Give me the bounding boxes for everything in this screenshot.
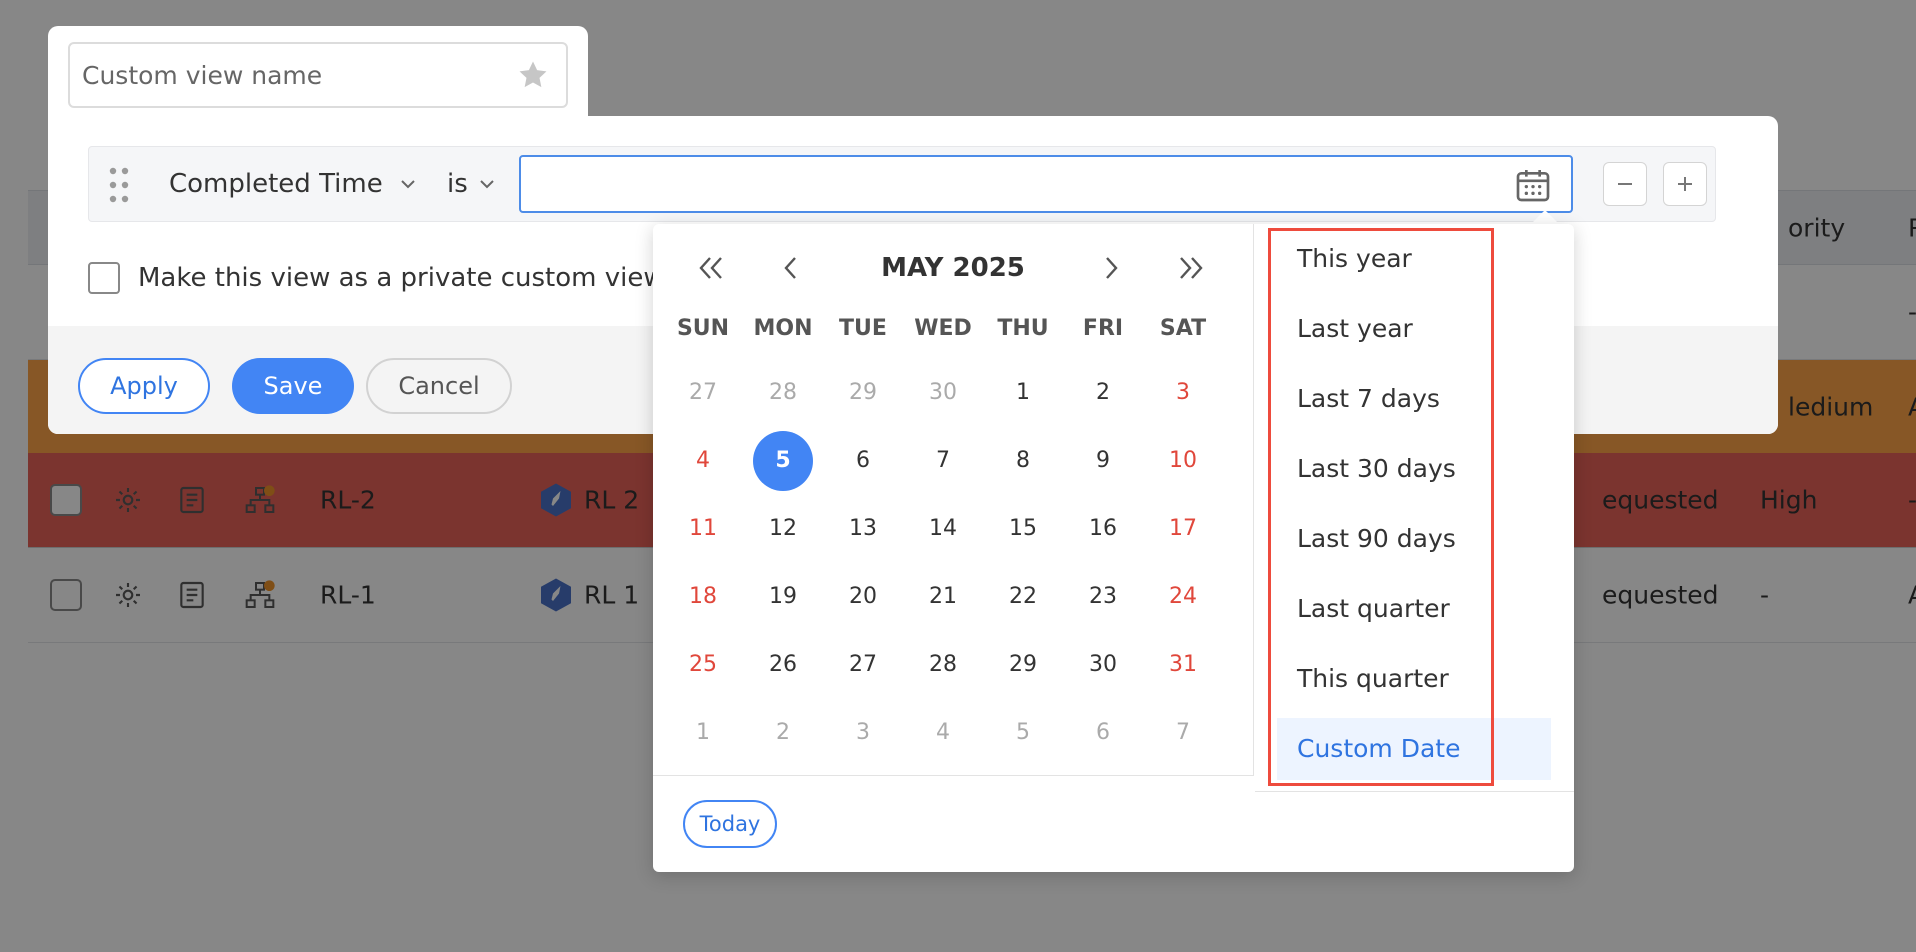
calendar-day[interactable]: 18 (663, 567, 743, 627)
operator-select[interactable]: is (447, 147, 496, 221)
calendar-day[interactable]: 13 (823, 499, 903, 559)
calendar-day[interactable]: 28 (743, 363, 823, 423)
picker-caret (1531, 210, 1559, 224)
date-preset-list: This year Last year Last 7 days Last 30 day… (1255, 224, 1574, 792)
field-select[interactable]: Completed Time (169, 147, 417, 221)
calendar-day[interactable]: 3 (1143, 363, 1223, 423)
save-button[interactable]: Save (232, 358, 354, 414)
calendar-day[interactable]: 10 (1143, 431, 1223, 491)
filter-condition-row: Completed Time is (88, 146, 1716, 222)
calendar-day[interactable]: 6 (1063, 703, 1143, 763)
weekday-label: SAT (1159, 316, 1207, 341)
chevron-left-icon (784, 257, 796, 279)
prev-year-button[interactable] (689, 246, 733, 290)
calendar-day[interactable]: 15 (983, 499, 1063, 559)
chevron-down-icon (480, 180, 494, 189)
calendar-day[interactable]: 1 (983, 363, 1063, 423)
add-condition-button[interactable] (1663, 162, 1707, 206)
double-chevron-left-icon (699, 257, 722, 279)
calendar-day[interactable]: 7 (1143, 703, 1223, 763)
calendar-day[interactable]: 1 (663, 703, 743, 763)
remove-condition-button[interactable] (1603, 162, 1647, 206)
minus-icon (1618, 183, 1632, 185)
calendar-day[interactable]: 8 (983, 431, 1063, 491)
calendar-icon[interactable] (1513, 165, 1553, 205)
calendar-day[interactable]: 4 (663, 431, 743, 491)
calendar-day[interactable]: 4 (903, 703, 983, 763)
date-preset-item[interactable]: Last 7 days (1255, 368, 1555, 430)
next-year-button[interactable] (1169, 246, 1213, 290)
calendar-day[interactable]: 17 (1143, 499, 1223, 559)
calendar-day[interactable]: 2 (743, 703, 823, 763)
calendar-day[interactable]: 25 (663, 635, 743, 695)
calendar-day[interactable]: 20 (823, 567, 903, 627)
field-select-label: Completed Time (169, 169, 383, 199)
calendar-day[interactable]: 21 (903, 567, 983, 627)
date-value-field[interactable] (519, 155, 1573, 213)
private-view-option[interactable]: Make this view as a private custom view (88, 262, 665, 294)
date-value-input[interactable] (531, 157, 1491, 211)
date-preset-item[interactable]: Custom Date (1277, 718, 1551, 780)
calendar-day[interactable]: 6 (823, 431, 903, 491)
calendar-day[interactable]: 16 (1063, 499, 1143, 559)
private-view-checkbox[interactable] (88, 262, 120, 294)
calendar-day[interactable]: 19 (743, 567, 823, 627)
prev-month-button[interactable] (769, 246, 813, 290)
double-chevron-right-icon (1180, 257, 1203, 279)
date-preset-item[interactable]: Last 90 days (1255, 508, 1555, 570)
calendar-day[interactable]: 2 (1063, 363, 1143, 423)
operator-select-label: is (447, 169, 468, 199)
apply-button[interactable]: Apply (78, 358, 210, 414)
today-button[interactable]: Today (683, 800, 777, 848)
calendar-day[interactable]: 12 (743, 499, 823, 559)
date-preset-item[interactable]: Last year (1255, 298, 1555, 360)
calendar-day[interactable]: 26 (743, 635, 823, 695)
plus-icon (1678, 177, 1692, 191)
calendar-day[interactable]: 30 (903, 363, 983, 423)
cancel-button[interactable]: Cancel (366, 358, 512, 414)
calendar-day[interactable]: 31 (1143, 635, 1223, 695)
weekday-label: WED (914, 316, 972, 341)
calendar-day[interactable]: 14 (903, 499, 983, 559)
calendar-day[interactable]: 28 (903, 635, 983, 695)
chevron-down-icon (400, 180, 415, 189)
date-preset-item[interactable]: Last 30 days (1255, 438, 1555, 500)
calendar-day[interactable]: 3 (823, 703, 903, 763)
calendar-day[interactable]: 29 (983, 635, 1063, 695)
star-icon[interactable] (516, 58, 550, 92)
private-view-label: Make this view as a private custom view (138, 263, 665, 293)
chevron-right-icon (1106, 257, 1118, 279)
weekday-label: FRI (1082, 316, 1124, 341)
next-month-button[interactable] (1089, 246, 1133, 290)
date-preset-item[interactable]: Last quarter (1255, 578, 1555, 640)
calendar-day[interactable]: 30 (1063, 635, 1143, 695)
calendar-month-title: MAY 2025 (881, 253, 1025, 283)
calendar-day[interactable]: 27 (663, 363, 743, 423)
calendar-day[interactable]: 22 (983, 567, 1063, 627)
calendar-day[interactable]: 29 (823, 363, 903, 423)
drag-handle-icon[interactable] (109, 167, 129, 203)
calendar-day[interactable]: 7 (903, 431, 983, 491)
weekday-label: MON (753, 316, 813, 341)
calendar-day[interactable]: 5 (983, 703, 1063, 763)
weekday-label: SUN (676, 316, 730, 341)
calendar-day[interactable]: 23 (1063, 567, 1143, 627)
calendar-day[interactable]: 24 (1143, 567, 1223, 627)
weekday-label: THU (997, 316, 1049, 341)
calendar: MAY 2025 SUN MON TUE WED THU FRI SAT 27 28 29 30 1… (653, 224, 1254, 776)
date-picker: MAY 2025 SUN MON TUE WED THU FRI SAT 27 28 29 30 1… (653, 224, 1574, 872)
weekday-label: TUE (839, 316, 887, 341)
calendar-day-selected[interactable]: 5 (753, 431, 813, 491)
calendar-day[interactable]: 27 (823, 635, 903, 695)
date-preset-item[interactable]: This quarter (1255, 648, 1555, 710)
date-preset-item[interactable]: This year (1255, 228, 1555, 290)
calendar-day[interactable]: 9 (1063, 431, 1143, 491)
custom-view-name-input[interactable] (82, 44, 502, 106)
calendar-day[interactable]: 11 (663, 499, 743, 559)
custom-view-name-field[interactable] (68, 42, 568, 108)
